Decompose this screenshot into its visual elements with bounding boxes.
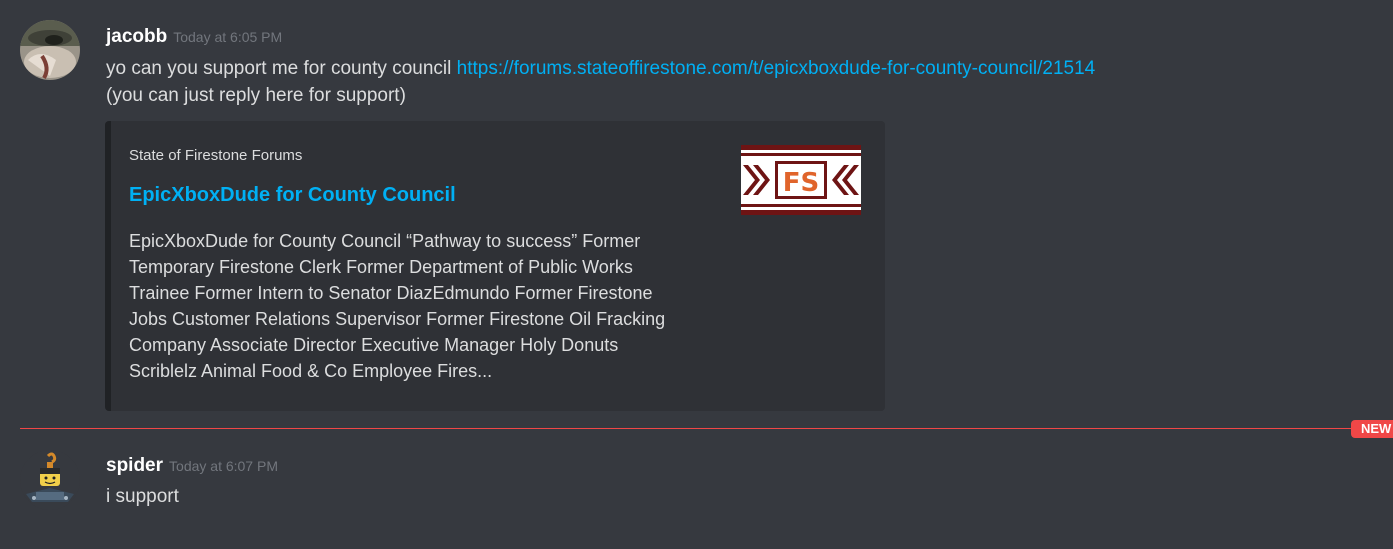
embed-provider: State of Firestone Forums <box>129 147 303 164</box>
link-embed: State of Firestone Forums EpicXboxDude f… <box>105 121 885 411</box>
embed-title[interactable]: EpicXboxDude for County Council <box>129 184 456 207</box>
username[interactable]: jacobb <box>106 26 167 47</box>
username[interactable]: spider <box>106 455 163 476</box>
message-header: spider Today at 6:07 PM <box>106 455 278 477</box>
message-content: i support <box>106 483 179 510</box>
message-header: jacobb Today at 6:05 PM <box>106 26 282 48</box>
forum-link[interactable]: https://forums.stateoffirestone.com/t/ep… <box>457 58 1096 79</box>
timestamp: Today at 6:07 PM <box>169 458 278 474</box>
new-badge: NEW <box>1351 420 1393 438</box>
message-spider: spider Today at 6:07 PM i support <box>0 440 1393 540</box>
message-jacobb: jacobb Today at 6:05 PM yo can you suppor… <box>0 0 1393 420</box>
message-text: i support <box>106 486 179 507</box>
avatar-roblox-icon[interactable] <box>20 450 80 510</box>
message-line-1: yo can you support me for county council… <box>106 55 1095 82</box>
thumbnail-logo-text: FS <box>783 168 820 198</box>
message-text: yo can you support me for county council <box>106 58 457 79</box>
message-content: yo can you support me for county council… <box>106 55 1095 109</box>
new-messages-divider <box>20 428 1393 429</box>
embed-thumbnail[interactable]: FS <box>741 145 861 215</box>
avatar-photo-icon[interactable] <box>20 20 80 80</box>
message-line-2: (you can just reply here for support) <box>106 85 406 106</box>
embed-description: EpicXboxDude for County Council “Pathway… <box>129 231 666 381</box>
timestamp: Today at 6:05 PM <box>173 29 283 45</box>
